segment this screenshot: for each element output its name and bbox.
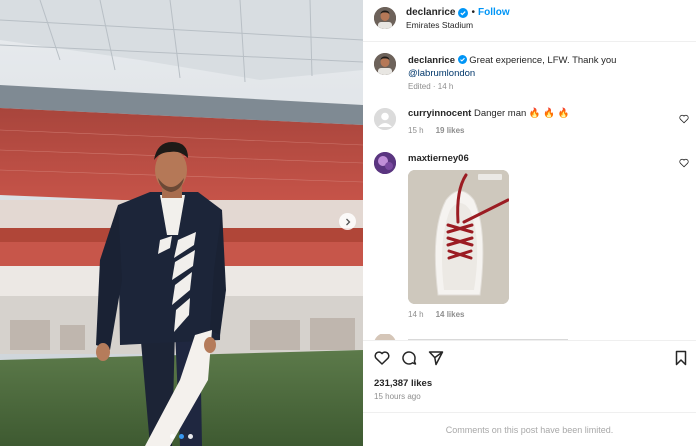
heart-icon[interactable] xyxy=(679,158,689,168)
paper-plane-icon[interactable] xyxy=(428,350,444,366)
comment-image-shoe[interactable] xyxy=(408,170,509,304)
chevron-right-icon xyxy=(345,218,350,225)
carousel-dot xyxy=(170,434,175,439)
caption-meta: Edited · 14 h xyxy=(408,82,454,91)
post-caption: declanrice Great experience, LFW. Thank … xyxy=(408,54,678,80)
location-link[interactable]: Emirates Stadium xyxy=(406,20,473,30)
post-timestamp[interactable]: 15 hours ago xyxy=(374,392,421,401)
separator-dot: • xyxy=(471,7,475,18)
carousel-dot-active xyxy=(179,434,184,439)
comment-avatar[interactable] xyxy=(374,152,396,174)
comments-limited-notice: Comments on this post have been limited. xyxy=(363,412,696,446)
comment-body: curryinnocent Danger man 🔥 🔥 🔥 xyxy=(408,108,570,119)
verified-badge-icon xyxy=(458,7,469,18)
username[interactable]: declanrice xyxy=(406,7,455,18)
header-username-row: declanrice • Follow xyxy=(406,7,510,18)
comment-bubble-icon[interactable] xyxy=(401,350,417,366)
heart-icon[interactable] xyxy=(374,350,390,366)
carousel-indicator xyxy=(0,434,363,439)
caption-mention-link[interactable]: @labrumlondon xyxy=(408,68,475,79)
heart-icon[interactable] xyxy=(679,114,689,124)
comment-age: 15 h xyxy=(408,126,424,135)
avatar[interactable] xyxy=(374,7,396,29)
comment-username[interactable]: curryinnocent xyxy=(408,108,471,119)
comment-text: Danger man 🔥 🔥 🔥 xyxy=(474,108,570,119)
post-actions: 231,387 likes 15 hours ago xyxy=(363,340,696,412)
comment-likes[interactable]: 14 likes xyxy=(436,310,465,319)
comment-meta: 15 h 19 likes xyxy=(408,126,465,135)
caption-avatar[interactable] xyxy=(374,53,396,75)
comment-likes[interactable]: 19 likes xyxy=(436,126,465,135)
comment-meta: 14 h 14 likes xyxy=(408,310,465,319)
follow-button[interactable]: Follow xyxy=(478,7,510,18)
verified-badge-icon xyxy=(457,55,467,64)
comment-username[interactable]: maxtierney06 xyxy=(408,153,469,164)
comments-list[interactable]: declanrice Great experience, LFW. Thank … xyxy=(363,42,696,340)
likes-count[interactable]: 231,387 likes xyxy=(374,378,432,389)
caption-text: Great experience, LFW. Thank you xyxy=(469,55,617,66)
comment-avatar[interactable] xyxy=(374,108,396,130)
carousel-next-button[interactable] xyxy=(339,213,356,230)
comment-age: 14 h xyxy=(408,310,424,319)
post-photo[interactable] xyxy=(0,0,363,446)
caption-username[interactable]: declanrice xyxy=(408,55,455,66)
bookmark-icon[interactable] xyxy=(673,350,689,366)
stadium-photo xyxy=(0,0,363,446)
post-sidebar: declanrice • Follow Emirates Stadium dec… xyxy=(363,0,696,446)
carousel-dot xyxy=(188,434,193,439)
post-header: declanrice • Follow Emirates Stadium xyxy=(363,0,696,42)
